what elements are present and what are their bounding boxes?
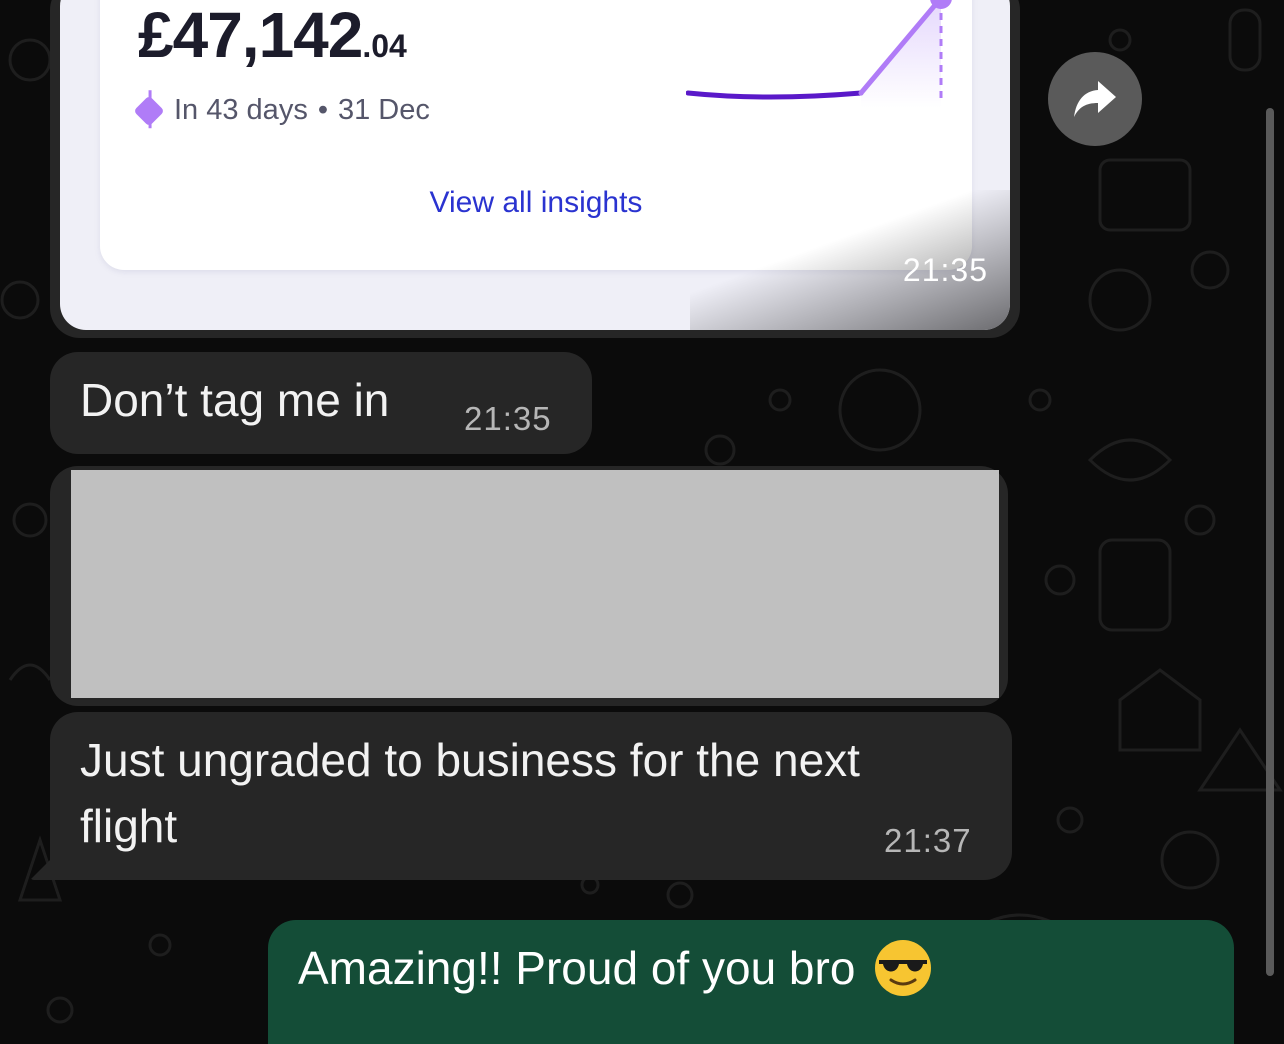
message-time: 21:37 (884, 822, 972, 859)
message-time: 21:35 (464, 400, 552, 437)
amount-main: £47,142 (138, 0, 363, 71)
chat-view: £47,142.04 In 43 days • 31 Dec View all … (0, 0, 1284, 1044)
forward-button[interactable] (1048, 52, 1142, 146)
balance-amount: £47,142.04 (138, 0, 407, 72)
insight-card: £47,142.04 In 43 days • 31 Dec View all … (100, 0, 972, 270)
message-text-line: flight (80, 800, 178, 852)
separator-dot: • (317, 94, 328, 126)
message-text: Don’t tag me in (80, 374, 390, 426)
due-days: In 43 days (174, 94, 308, 126)
message-text: Amazing!! Proud of you bro (298, 942, 856, 994)
incoming-message[interactable]: Just ungraded to business for the next f… (50, 712, 1012, 880)
trend-sparkline (686, 0, 952, 108)
message-time: 21:35 (902, 252, 988, 288)
redacted-image (71, 470, 999, 698)
view-all-insights-link[interactable]: View all insights (100, 186, 972, 220)
message-text-line: Just ungraded to business for the next (80, 734, 860, 786)
incoming-image-message[interactable] (50, 466, 1008, 706)
due-date: 31 Dec (337, 94, 430, 126)
shared-screenshot[interactable]: £47,142.04 In 43 days • 31 Dec View all … (60, 0, 1010, 330)
due-info: In 43 days • 31 Dec (133, 94, 430, 127)
outgoing-message[interactable]: Amazing!! Proud of you bro (268, 920, 1234, 1044)
amount-decimal: .04 (362, 28, 407, 64)
diamond-icon (133, 94, 165, 127)
incoming-message[interactable]: Don’t tag me in 21:35 (50, 352, 592, 454)
forward-icon (1074, 81, 1116, 117)
sunglasses-emoji-icon (875, 940, 932, 996)
message-content: Amazing!! Proud of you bro (298, 936, 933, 1000)
scrollbar[interactable] (1266, 108, 1274, 976)
